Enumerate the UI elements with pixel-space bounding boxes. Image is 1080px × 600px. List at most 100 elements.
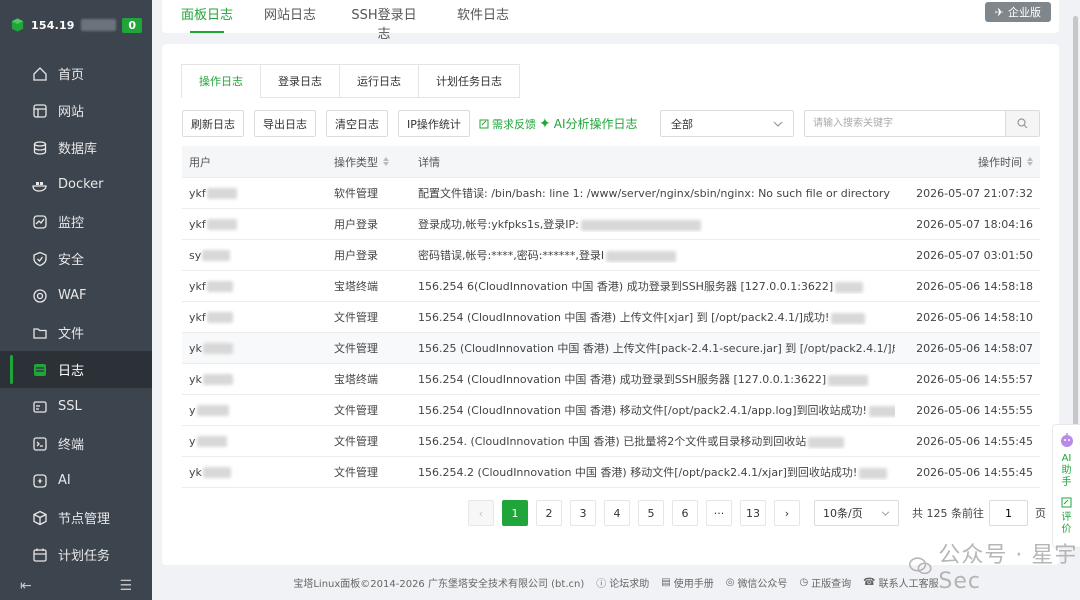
sidebar-item-website[interactable]: 网站 [0,92,152,129]
ip-stats-button[interactable]: IP操作统计 [398,110,470,137]
table-row[interactable]: sy 用户登录 密码错误,帐号:****,密码:******,登录I 2026-05-… [182,240,1040,271]
ai-assistant-label[interactable]: AI助手 [1061,453,1073,489]
headset-icon: ☎ [863,576,876,588]
terminal-icon [33,436,47,451]
next-page-button[interactable]: › [774,500,800,526]
forum-link[interactable]: ⓘ 论坛求助 [596,575,649,590]
manual-link[interactable]: ▤ 使用手册 [661,575,713,590]
goto-page-input[interactable] [989,500,1028,526]
tab-ssh-log[interactable]: SSH登录日志 [348,4,420,42]
log-panel: 操作日志 登录日志 运行日志 计划任务日志 刷新日志 导出日志 清空日志 IP操… [162,44,1059,565]
sidebar-item-log[interactable]: 日志 [0,351,152,388]
cell-type: 文件管理 [334,342,378,355]
subtab-run-log[interactable]: 运行日志 [339,64,419,98]
subtab-cron-log[interactable]: 计划任务日志 [418,64,520,98]
sidebar-item-folder[interactable]: 文件 [0,314,152,351]
cell-user: ykf [182,280,334,293]
tab-website-log[interactable]: 网站日志 [262,4,318,33]
sort-icon[interactable] [1027,157,1033,166]
table-row[interactable]: ykf 软件管理 配置文件错误: /bin/bash: line 1: /www/s… [182,178,1040,209]
sidebar-item-terminal[interactable]: 终端 [0,425,152,462]
sidebar-item-shield[interactable]: 安全 [0,240,152,277]
redaction-mask [202,250,231,261]
sidebar-menu: 首页 网站数据库 Docker 监控安全 WAF 文件 日志 SSL 终端 AI 节点管理 计划任务 [0,55,152,573]
table-row[interactable]: yk 宝塔终端 156.254 (CloudInnovation 中国 香港) 成功… [182,364,1040,395]
sidebar-item-label: 数据库 [58,142,98,157]
enterprise-button[interactable]: ✈ 企业版 [984,2,1051,22]
sub-tabs: 操作日志 登录日志 运行日志 计划任务日志 [181,64,520,98]
folder-icon [33,327,47,339]
sidebar-item-label: Docker [58,177,104,192]
bt-logo-icon [11,18,24,32]
wechat-link[interactable]: ◎ 微信公众号 [726,575,788,590]
refresh-log-button[interactable]: 刷新日志 [182,110,244,137]
sidebar-item-ai[interactable]: AI [0,462,152,499]
type-filter-select[interactable]: 全部 [660,110,794,137]
monitor-icon [33,214,47,229]
cell-time: 2026-05-07 21:07:32 [916,186,1033,200]
search-button[interactable] [1005,111,1039,136]
col-time[interactable]: 操作时间 [895,154,1040,170]
sidebar-item-monitor[interactable]: 监控 [0,203,152,240]
copyright-text: 宝塔Linux面板©2014-2026 广东堡塔安全技术有限公司 (bt.cn) [293,578,585,590]
export-log-button[interactable]: 导出日志 [254,110,316,137]
ai-assistant-icon[interactable] [1058,431,1076,449]
sidebar-item-calendar[interactable]: 计划任务 [0,536,152,573]
col-type[interactable]: 操作类型 [334,154,418,170]
feedback-link[interactable]: 需求反馈 [479,110,536,137]
cell-type: 宝塔终端 [334,373,378,386]
page-button[interactable]: 3 [570,500,596,526]
page-button[interactable]: 13 [740,500,766,526]
sidebar-item-home[interactable]: 首页 [0,55,152,92]
page-button[interactable]: 2 [536,500,562,526]
sparkle-icon: ✦ [539,115,551,132]
help-icon: ⓘ [596,578,607,590]
per-page-select[interactable]: 10条/页 [814,500,899,526]
sidebar-item-waf[interactable]: WAF [0,277,152,314]
clear-log-button[interactable]: 清空日志 [326,110,388,137]
subtab-operation-log[interactable]: 操作日志 [181,64,261,98]
page-button[interactable]: 5 [638,500,664,526]
subtab-login-log[interactable]: 登录日志 [260,64,340,98]
search-input[interactable] [805,111,1005,136]
table-row[interactable]: yk 文件管理 156.254.2 (CloudInnovation 中国 香港) … [182,457,1040,488]
table-row[interactable]: ykf 用户登录 登录成功,帐号:ykfpks1s,登录IP: 2026-05-07 … [182,209,1040,240]
page-button[interactable]: 6 [672,500,698,526]
ai-icon [33,473,47,488]
database-icon [33,140,47,155]
sidebar-item-database[interactable]: 数据库 [0,129,152,166]
prev-page-button[interactable]: ‹ [468,500,494,526]
sidebar-item-label: 安全 [58,253,85,268]
tab-panel-log[interactable]: 面板日志 [177,4,237,33]
table-row[interactable]: ykf 宝塔终端 156.254 6(CloudInnovation 中国 香港) … [182,271,1040,302]
cell-type: 用户登录 [334,249,378,262]
tab-software-log[interactable]: 软件日志 [455,4,511,33]
table-row[interactable]: yk 文件管理 156.25 (CloudInnovation 中国 香港) 上传文… [182,333,1040,364]
sidebar-item-node[interactable]: 节点管理 [0,499,152,536]
pagination: ‹ 1 2 3 4 5 6 ··· 13 › [468,500,800,526]
node-icon [33,510,47,525]
table-row[interactable]: y 文件管理 156.254 (CloudInnovation 中国 香港) 移动文… [182,395,1040,426]
table-row[interactable]: y 文件管理 156.254. (CloudInnovation 中国 香港) 已批… [182,426,1040,457]
cell-user: y [182,404,334,417]
ai-analyze-link[interactable]: ✦ AI分析操作日志 [539,110,637,137]
sort-icon[interactable] [383,157,389,166]
menu-settings-icon[interactable]: ☰ [119,578,132,594]
page-button[interactable]: 1 [502,500,528,526]
cell-time: 2026-05-06 14:58:07 [916,341,1033,355]
table-row[interactable]: ykf 文件管理 156.254 (CloudInnovation 中国 香港) 上… [182,302,1040,333]
cell-user: y [182,435,334,448]
chevron-down-icon [881,510,890,516]
license-link[interactable]: ◷ 正版查询 [799,575,851,590]
page-button[interactable]: 4 [604,500,630,526]
home-icon [33,66,47,81]
collapse-left-icon[interactable]: ⇤ [20,578,32,594]
cell-detail: 156.254. (CloudInnovation 中国 香港) 已批量将2个文… [418,433,895,449]
sidebar-item-docker[interactable]: Docker [0,166,152,203]
sidebar-item-ssl[interactable]: SSL [0,388,152,425]
page-button[interactable]: ··· [706,500,732,526]
notification-badge[interactable]: 0 [122,17,142,33]
review-label[interactable]: 评价 [1061,512,1073,536]
redaction-mask [828,374,869,386]
scrollbar[interactable] [1073,16,1078,436]
